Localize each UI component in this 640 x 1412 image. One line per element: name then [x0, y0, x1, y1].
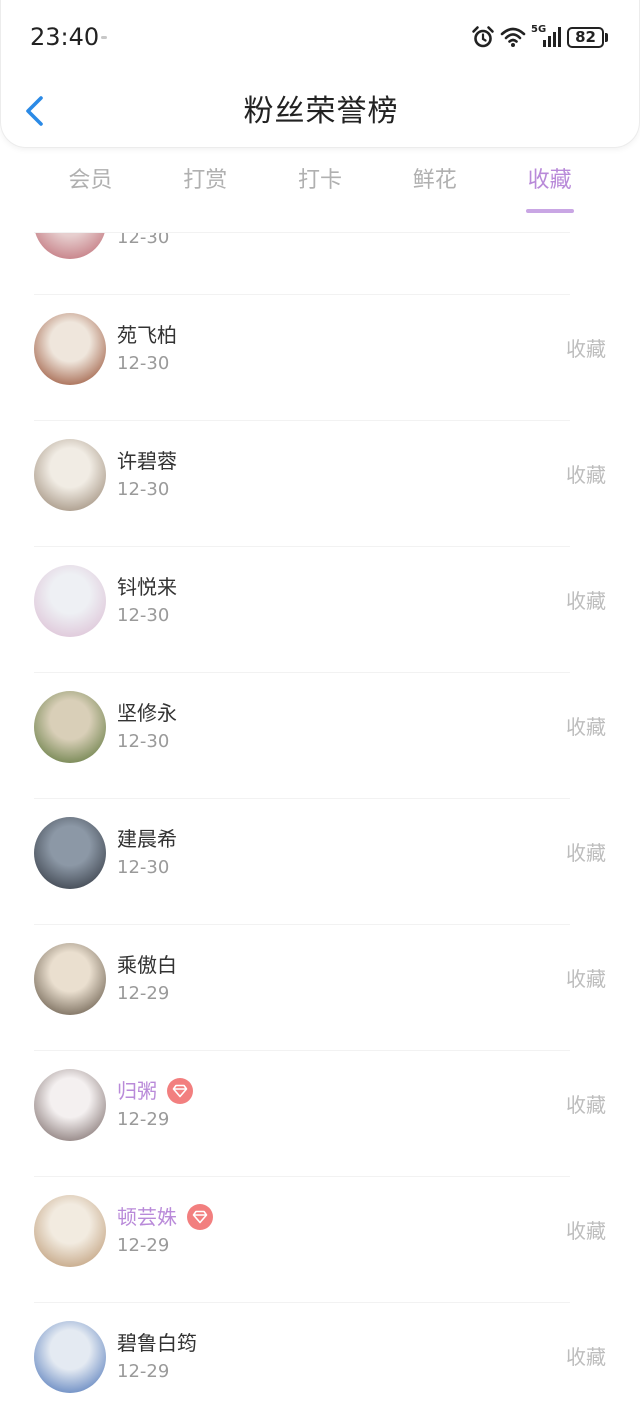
avatar[interactable]: [34, 691, 106, 763]
status-time: 23:40: [30, 23, 100, 51]
tab-label: 打赏: [183, 168, 228, 193]
tab-label: 鲜花: [412, 168, 457, 193]
action-type-label: 收藏: [566, 1345, 606, 1369]
action-type-label: 收藏: [566, 337, 606, 361]
date-label: 12-30: [117, 731, 170, 752]
list-item[interactable]: 钭悦来 12-30 收藏: [0, 547, 640, 673]
list-item[interactable]: 许碧蓉 12-30 收藏: [0, 421, 640, 547]
user-name-group: 归粥: [117, 1077, 193, 1105]
date-label: 12-30: [117, 605, 170, 626]
tab-bar: 会员 打赏 打卡 鲜花 收藏: [33, 160, 607, 216]
avatar[interactable]: [34, 817, 106, 889]
vip-badge: [167, 1078, 193, 1104]
avatar[interactable]: [34, 565, 106, 637]
date-label: 12-30: [117, 233, 170, 248]
diamond-icon: [192, 1210, 208, 1224]
user-name-group: 许碧蓉: [117, 447, 177, 475]
user-name: 坚修永: [117, 701, 177, 725]
diamond-icon: [172, 1084, 188, 1098]
user-name-group: 坚修永: [117, 699, 177, 727]
tab-label: 打卡: [297, 168, 342, 193]
date-label: 12-29: [117, 983, 170, 1004]
avatar[interactable]: [34, 943, 106, 1015]
action-type-label: 收藏: [566, 1093, 606, 1117]
user-name: 许碧蓉: [117, 449, 177, 473]
user-name-group: 顿芸姝: [117, 1203, 213, 1231]
action-type-label: 收藏: [566, 463, 606, 487]
user-name-group: 苑飞柏: [117, 321, 177, 349]
avatar[interactable]: [34, 1195, 106, 1267]
tab-reward[interactable]: 打赏: [148, 160, 263, 216]
list-item[interactable]: 碧鲁白筠 12-29 收藏: [0, 1303, 640, 1412]
action-type-label: 收藏: [566, 715, 606, 739]
tab-member[interactable]: 会员: [33, 160, 148, 216]
user-name: 归粥: [117, 1079, 157, 1103]
list-item[interactable]: 苑飞柏 12-30 收藏: [0, 295, 640, 421]
list-item[interactable]: 顿芸姝 12-29 收藏: [0, 1177, 640, 1303]
list-item[interactable]: 归粥 12-29 收藏: [0, 1051, 640, 1177]
date-label: 12-29: [117, 1109, 170, 1130]
tab-favorites[interactable]: 收藏: [492, 160, 607, 216]
date-label: 12-29: [117, 1235, 170, 1256]
user-name-group: 建晨希: [117, 825, 177, 853]
date-label: 12-30: [117, 479, 170, 500]
tab-label: 会员: [68, 168, 113, 193]
date-label: 12-30: [117, 857, 170, 878]
avatar[interactable]: [34, 1321, 106, 1393]
date-label: 12-30: [117, 353, 170, 374]
list-item[interactable]: 乘傲白 12-29 收藏: [0, 925, 640, 1051]
battery-level: 82: [567, 27, 604, 48]
user-name: 钭悦来: [117, 575, 177, 599]
tab-checkin[interactable]: 打卡: [263, 160, 378, 216]
user-name: 建晨希: [117, 827, 177, 851]
vip-badge: [187, 1204, 213, 1230]
wifi-icon: [500, 27, 526, 47]
user-name: 顿芸姝: [117, 1205, 177, 1229]
top-bar: 23:40 5G 82 粉丝荣誉榜: [0, 0, 640, 148]
status-indicator: [101, 36, 107, 39]
fan-list-content: 12-30 苑飞柏 12-30 收藏 许碧蓉 12-30 收藏 钭悦来 12-30 收藏 坚修永 12…: [0, 233, 640, 1412]
signal-bars-icon: [543, 27, 561, 47]
alarm-icon: [472, 26, 494, 48]
action-type-label: 收藏: [566, 967, 606, 991]
tab-flowers[interactable]: 鲜花: [377, 160, 492, 216]
avatar[interactable]: [34, 1069, 106, 1141]
list-item[interactable]: 建晨希 12-30 收藏: [0, 799, 640, 925]
user-name-group: 钭悦来: [117, 573, 177, 601]
user-name: 苑飞柏: [117, 323, 177, 347]
action-type-label: 收藏: [566, 589, 606, 613]
page-title: 粉丝荣誉榜: [243, 94, 399, 129]
action-type-label: 收藏: [566, 1219, 606, 1243]
tab-label: 收藏: [527, 168, 572, 193]
list-item[interactable]: 坚修永 12-30 收藏: [0, 673, 640, 799]
avatar[interactable]: [34, 233, 106, 259]
user-name-group: 碧鲁白筠: [117, 1329, 197, 1357]
user-name: 乘傲白: [117, 953, 177, 977]
tab-underline: [525, 209, 574, 213]
list-item[interactable]: 12-30: [0, 233, 640, 295]
action-type-label: 收藏: [566, 841, 606, 865]
date-label: 12-29: [117, 1361, 170, 1382]
battery-tip: [605, 33, 608, 42]
avatar[interactable]: [34, 313, 106, 385]
user-name: 碧鲁白筠: [117, 1331, 197, 1355]
cellular-signal: 5G: [531, 24, 563, 50]
fan-list[interactable]: 12-30 苑飞柏 12-30 收藏 许碧蓉 12-30 收藏 钭悦来 12-30 收藏 坚修永 12…: [0, 233, 640, 1412]
user-name-group: 乘傲白: [117, 951, 177, 979]
avatar[interactable]: [34, 439, 106, 511]
